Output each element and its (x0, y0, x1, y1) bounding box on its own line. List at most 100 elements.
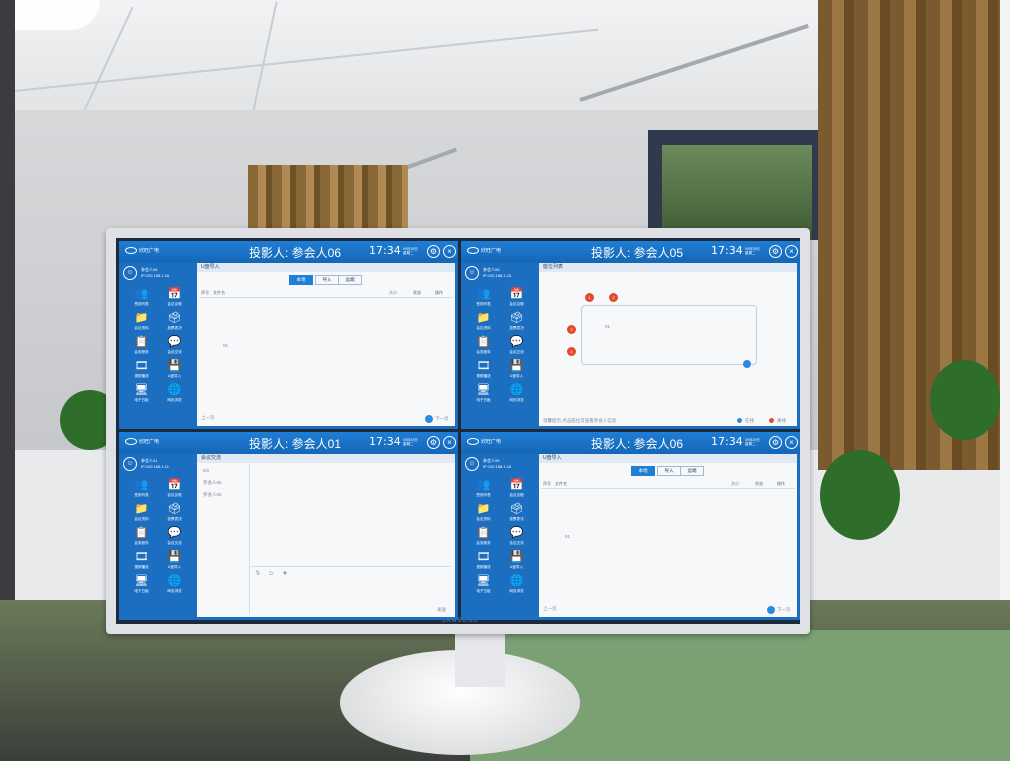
menu-icon: 🗳 (167, 312, 182, 324)
next-page-link[interactable]: 下一页 (777, 607, 791, 613)
tab-2[interactable]: 远端 (338, 275, 362, 285)
projector-label: 投影人: 参会人06 (249, 246, 342, 260)
sidebar-item[interactable]: 📋 会务服务 (125, 526, 158, 550)
menu-label: 会议交流 (509, 350, 524, 354)
sidebar: ☺ 参会人06 IP:192.168.1.16 👥 签到列表 📅 会议议程 📁 会议资料 🗳… (119, 263, 195, 429)
settings-icon[interactable]: ⚙ (427, 245, 440, 258)
brand-logo: 欣旺广电 (467, 245, 501, 257)
sidebar-item[interactable]: 📅 会议议程 (500, 287, 533, 311)
sidebar-item[interactable]: 🎞 视频播放 (467, 359, 500, 383)
sidebar-item[interactable]: 💾 U盘导入 (500, 359, 533, 383)
sidebar-item[interactable]: 🖥 电子白板 (125, 383, 158, 407)
sidebar-item[interactable]: 📋 会务服务 (467, 526, 500, 550)
menu-icon: 🗳 (509, 503, 524, 515)
chat-member[interactable]: 0/2 (203, 468, 209, 473)
menu-icon: 🎞 (134, 360, 149, 372)
sidebar-item[interactable]: 💬 会议交流 (158, 526, 191, 550)
sidebar-item[interactable]: 🗳 投票表决 (500, 311, 533, 335)
close-icon[interactable]: × (785, 245, 798, 258)
menu-icon: 🌐 (509, 575, 524, 587)
content-area: 会议交流 0/2 参会人05 参会人06 🎙 🗀 ◉ 发送 (197, 454, 455, 617)
settings-icon[interactable]: ⚙ (427, 436, 440, 449)
close-icon[interactable]: × (443, 436, 456, 449)
projector-label: 投影人: 参会人05 (591, 246, 684, 260)
settings-icon[interactable]: ⚙ (769, 436, 782, 449)
menu-label: 签到列表 (476, 493, 491, 497)
menu-icon: 🌐 (167, 575, 182, 587)
sidebar-item[interactable]: 🎞 视频播放 (125, 359, 158, 383)
sidebar-item[interactable]: 📁 会议资料 (125, 311, 158, 335)
tab-1[interactable]: 导入 (657, 466, 681, 476)
sidebar-item[interactable]: 📁 会议资料 (125, 502, 158, 526)
seat-marker[interactable]: 3 (567, 325, 576, 334)
sidebar-item[interactable]: 🌐 网页浏览 (500, 383, 533, 407)
settings-icon[interactable]: ⚙ (769, 245, 782, 258)
sidebar-item[interactable]: 👥 签到列表 (125, 287, 158, 311)
next-page-link[interactable]: 下一页 (435, 416, 449, 422)
status-dot (767, 606, 775, 614)
seat-marker[interactable]: 4 (567, 347, 576, 356)
menu-icon: 💬 (509, 336, 524, 348)
sidebar-item[interactable]: 🖥 电子白板 (467, 383, 500, 407)
legend-offline-dot (769, 418, 774, 423)
sidebar-item[interactable]: 🌐 网页浏览 (158, 383, 191, 407)
seat-marker-online[interactable] (743, 360, 751, 368)
send-button[interactable]: 发送 (437, 607, 446, 613)
sidebar-item[interactable]: 💬 会议交流 (500, 526, 533, 550)
sidebar-item[interactable]: 📋 会务服务 (125, 335, 158, 359)
close-icon[interactable]: × (785, 436, 798, 449)
menu-label: 视频播放 (134, 374, 149, 378)
sidebar-item[interactable]: 🎞 视频播放 (467, 550, 500, 574)
sidebar-item[interactable]: 👥 签到列表 (125, 478, 158, 502)
sidebar-item[interactable]: 👥 签到列表 (467, 287, 500, 311)
sidebar-item[interactable]: 💾 U盘导入 (500, 550, 533, 574)
sidebar-item[interactable]: 📁 会议资料 (467, 502, 500, 526)
mic-icon[interactable]: 🎙 (255, 570, 261, 576)
column-header: 大小 (389, 290, 397, 295)
sidebar-item[interactable]: 👥 签到列表 (467, 478, 500, 502)
sidebar-item[interactable]: 💾 U盘导入 (158, 550, 191, 574)
sidebar-item[interactable]: 📅 会议议程 (158, 478, 191, 502)
sidebar-item[interactable]: 📋 会务服务 (467, 335, 500, 359)
clock: 17:34 (711, 435, 743, 448)
tab-0[interactable]: 本地 (289, 275, 313, 285)
menu-label: 投票表决 (167, 326, 182, 330)
prev-page-link[interactable]: 上一页 (201, 415, 215, 421)
menu-icon: 🎞 (476, 360, 491, 372)
record-icon[interactable]: ◉ (283, 570, 287, 576)
menu-label: 网页浏览 (509, 589, 524, 593)
chat-member[interactable]: 参会人05 (203, 480, 222, 486)
sidebar-item[interactable]: 🎞 视频播放 (125, 550, 158, 574)
prev-page-link[interactable]: 上一页 (543, 606, 557, 612)
column-header: 文件名 (213, 290, 225, 295)
seat-marker[interactable]: 2 (609, 293, 618, 302)
sidebar-item[interactable]: 📅 会议议程 (158, 287, 191, 311)
sidebar-item[interactable]: 📅 会议议程 (500, 478, 533, 502)
menu-icon: 🎞 (134, 551, 149, 563)
sidebar-item[interactable]: 📁 会议资料 (467, 311, 500, 335)
sidebar-item[interactable]: 🌐 网页浏览 (500, 574, 533, 598)
menu-label: U盘导入 (167, 565, 182, 569)
close-icon[interactable]: × (443, 245, 456, 258)
menu-icon: 🖥 (476, 575, 491, 587)
folder-icon[interactable]: 🗀 (269, 570, 274, 578)
sidebar-item[interactable]: 🖥 电子白板 (467, 574, 500, 598)
menu-label: 视频播放 (134, 565, 149, 569)
tab-0[interactable]: 本地 (631, 466, 655, 476)
sidebar-item[interactable]: 💾 U盘导入 (158, 359, 191, 383)
menu-label: 会议议程 (167, 493, 182, 497)
tab-1[interactable]: 导入 (315, 275, 339, 285)
menu-label: U盘导入 (509, 565, 524, 569)
sidebar-item[interactable]: 🗳 投票表决 (158, 502, 191, 526)
sidebar-item[interactable]: 💬 会议交流 (158, 335, 191, 359)
sidebar-item[interactable]: 💬 会议交流 (500, 335, 533, 359)
sidebar-item[interactable]: 🖥 电子白板 (125, 574, 158, 598)
sidebar-item[interactable]: 🗳 投票表决 (158, 311, 191, 335)
menu-icon: 💬 (167, 336, 182, 348)
chat-member[interactable]: 参会人06 (203, 492, 222, 498)
menu-label: 电子白板 (134, 398, 149, 402)
tab-2[interactable]: 远端 (680, 466, 704, 476)
sidebar-item[interactable]: 🌐 网页浏览 (158, 574, 191, 598)
sidebar-item[interactable]: 🗳 投票表决 (500, 502, 533, 526)
seat-marker[interactable]: 1 (585, 293, 594, 302)
